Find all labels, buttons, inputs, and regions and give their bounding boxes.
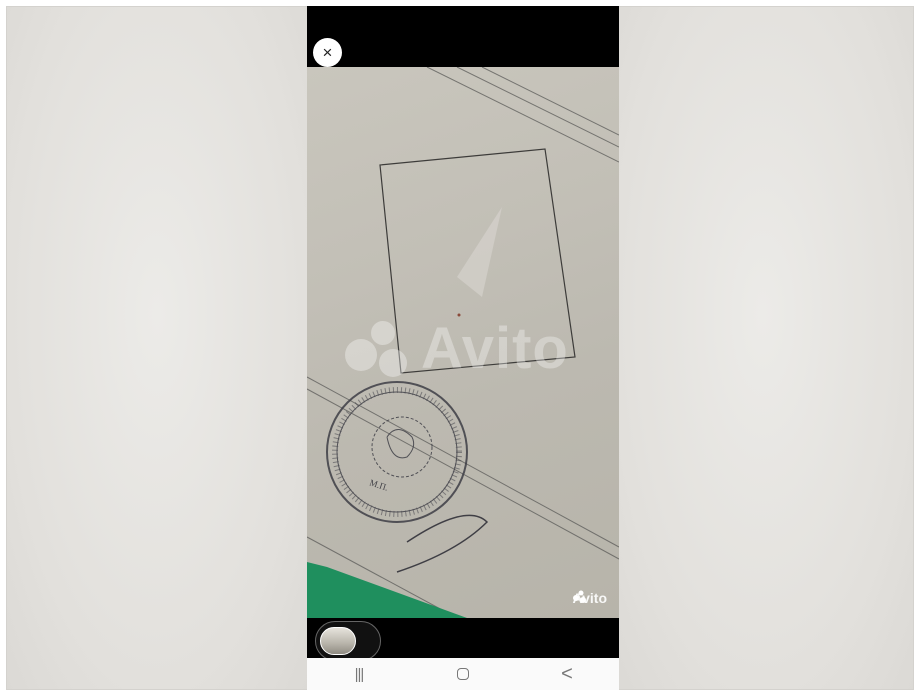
- avito-small-logo-icon: [572, 590, 586, 603]
- close-icon[interactable]: ×: [313, 38, 342, 67]
- home-button[interactable]: [438, 664, 488, 685]
- svg-text:М.П.: М.П.: [368, 477, 389, 492]
- document-photo: М.П. Avito Avito: [307, 67, 619, 618]
- avito-corner-watermark: Avito: [572, 590, 607, 606]
- stamp-seal: М.П.: [326, 381, 489, 573]
- bottom-bar: [307, 618, 619, 661]
- blurred-background-right: [613, 7, 913, 689]
- phone-screenshot: × М.П. Avito Avito ||| <: [307, 6, 619, 690]
- home-icon: [457, 667, 469, 680]
- avito-logo-icon: [345, 321, 407, 377]
- photo-thumbnail[interactable]: [320, 627, 356, 655]
- android-nav-bar: ||| <: [307, 658, 619, 690]
- blurred-background-left: [7, 7, 307, 689]
- recent-apps-icon[interactable]: |||: [334, 666, 384, 683]
- back-icon[interactable]: <: [542, 663, 592, 686]
- top-bar: ×: [307, 6, 619, 67]
- thumbnail-toggle[interactable]: [315, 621, 381, 661]
